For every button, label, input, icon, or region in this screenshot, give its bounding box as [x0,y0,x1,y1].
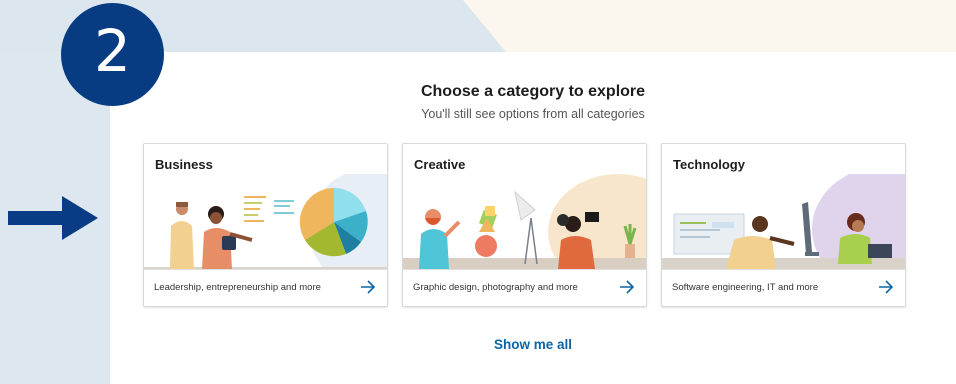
card-title: Technology [673,157,745,172]
technology-illustration [662,174,905,269]
right-arrow-icon [8,196,98,240]
card-description: Software engineering, IT and more [672,282,819,293]
card-footer: Leadership, entrepreneurship and more [144,269,387,306]
card-description: Graphic design, photography and more [413,282,578,293]
card-title: Business [155,157,213,172]
show-me-all-link[interactable]: Show me all [110,337,956,352]
category-card-creative[interactable]: Creative Graphic design, photography and… [402,143,647,307]
card-footer: Software engineering, IT and more [662,269,905,306]
page-subtitle: You'll still see options from all catego… [421,107,645,121]
page-title: Choose a category to explore [420,83,646,100]
category-card-technology[interactable]: Technology Software engineering, IT and … [661,143,906,307]
card-title: Creative [414,157,466,172]
creative-illustration [403,174,646,269]
arrow-right-icon[interactable] [359,278,377,296]
arrow-right-icon[interactable] [877,278,895,296]
card-description: Leadership, entrepreneurship and more [154,282,321,293]
arrow-right-icon[interactable] [618,278,636,296]
category-card-business[interactable]: Business Leadership, entrepreneurship an… [143,143,388,307]
business-illustration [144,174,387,269]
card-footer: Graphic design, photography and more [403,269,646,306]
